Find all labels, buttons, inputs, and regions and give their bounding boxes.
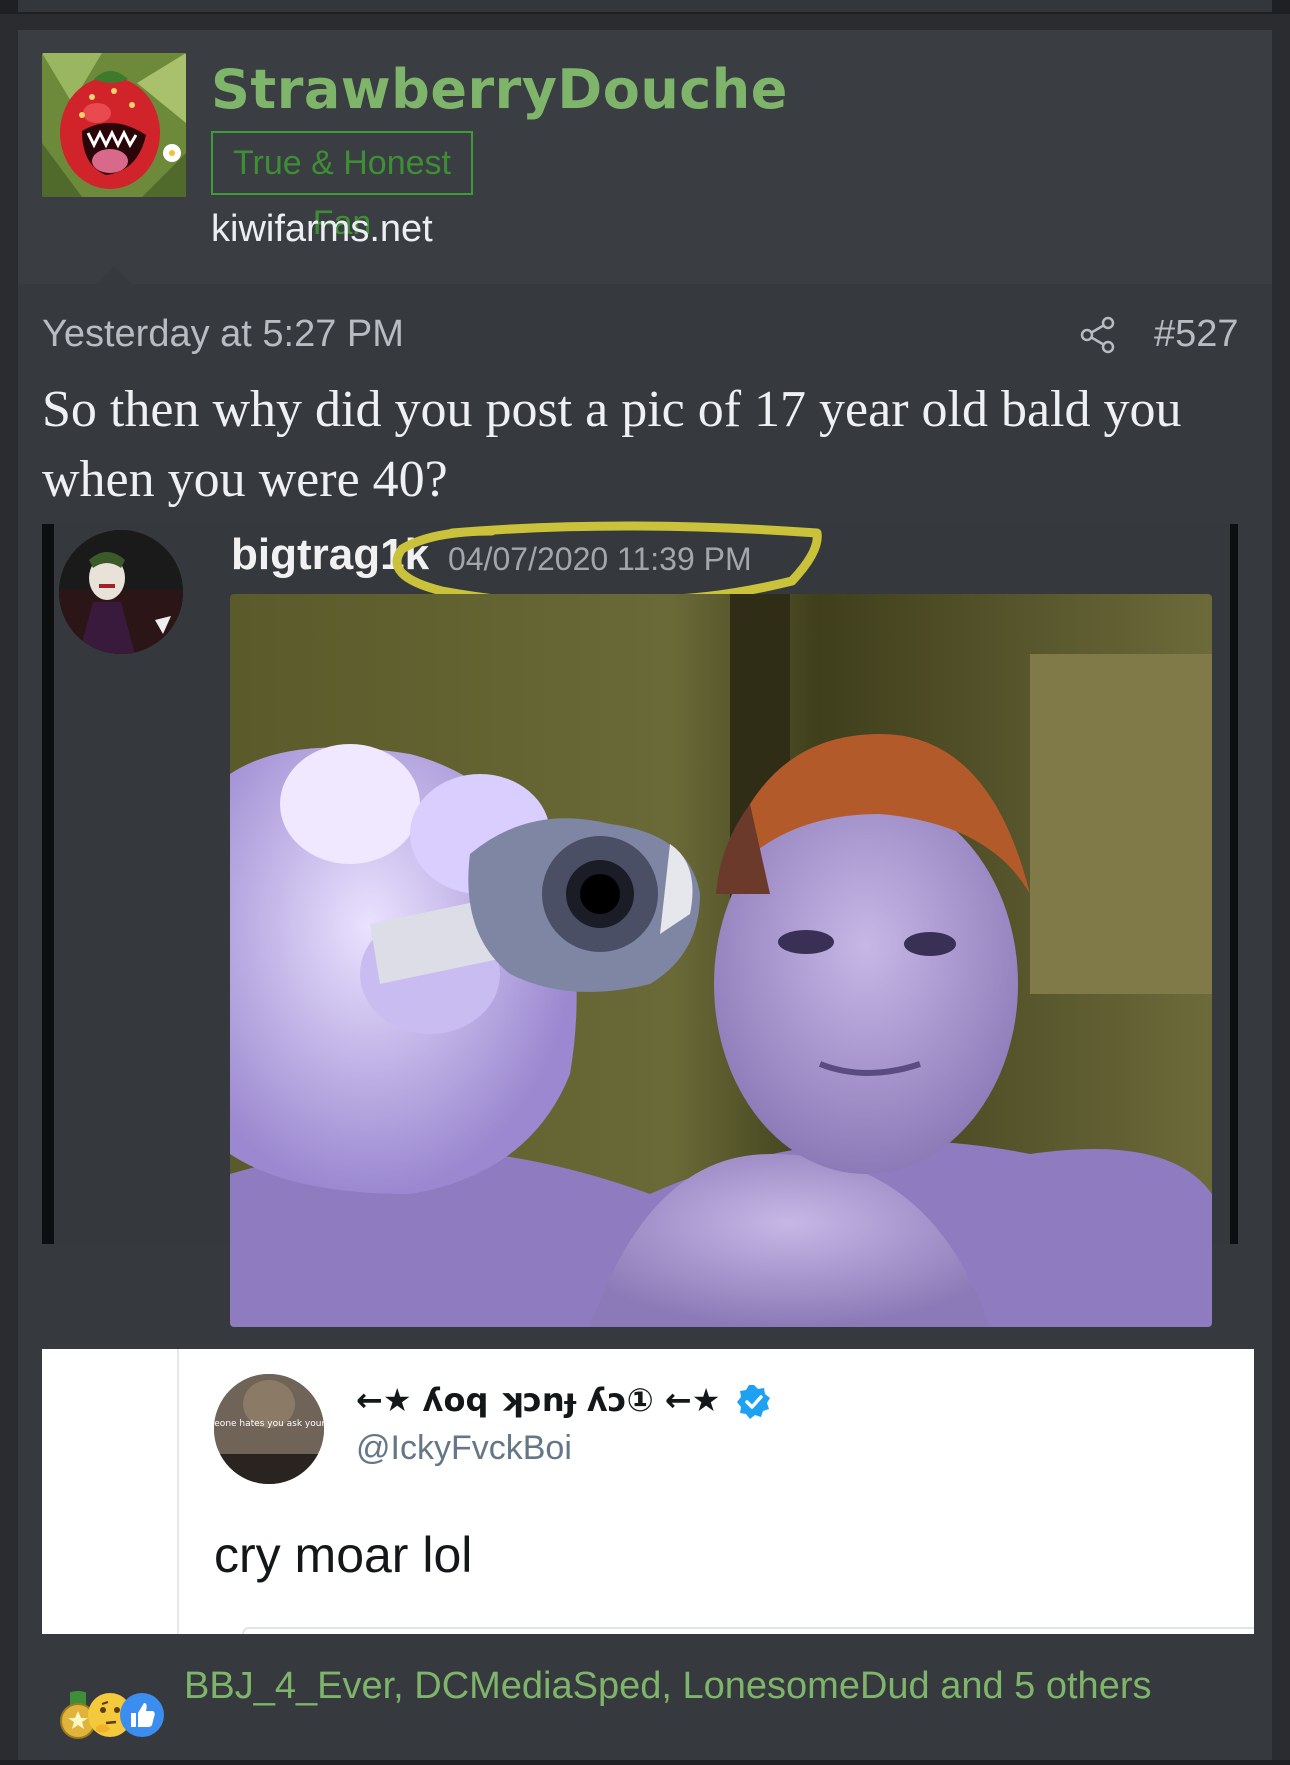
- tweet-handle: @IckyFvckBoi: [356, 1429, 572, 1467]
- discord-avatar: [59, 530, 183, 654]
- avatar-caption: Before you ask why someone hates you ask…: [214, 1419, 324, 1429]
- tweet-text: cry moar lol: [214, 1527, 473, 1583]
- top-bar: [0, 0, 1290, 14]
- like-icon: [120, 1693, 164, 1737]
- user-title-badge: True & Honest Fan: [211, 131, 473, 242]
- embedded-photo[interactable]: [230, 594, 1212, 1327]
- discord-screenshot[interactable]: bigtrag1k 04/07/2020 11:39 PM: [42, 521, 1238, 1327]
- post-number-link[interactable]: #527: [1154, 313, 1239, 356]
- header-pointer: [96, 266, 132, 284]
- reaction-users-link[interactable]: BBJ_4_Ever, DCMediaSped, LonesomeDud and…: [184, 1665, 1151, 1708]
- bottom-bar: [0, 1760, 1290, 1765]
- tweet-display-name: ←★ ʎoq ʞɔnɟ ʎɔ① ←★: [356, 1381, 721, 1419]
- post-timestamp[interactable]: Yesterday at 5:27 PM: [42, 313, 404, 356]
- tweet-avatar: Before you ask why someone hates you ask…: [214, 1374, 324, 1484]
- user-avatar[interactable]: [42, 53, 186, 197]
- post-header: StrawberryDouche True & Honest Fan kiwif…: [18, 30, 1272, 284]
- share-icon[interactable]: [1078, 315, 1118, 355]
- forum-post: StrawberryDouche True & Honest Fan kiwif…: [18, 30, 1272, 1760]
- embedded-tweet[interactable]: Before you ask why someone hates you ask…: [42, 1349, 1254, 1634]
- post-body-text: So then why did you post a pic of 17 yea…: [42, 381, 1182, 508]
- user-domain: kiwifarms.net: [211, 208, 433, 250]
- post-author-name[interactable]: StrawberryDouche: [211, 58, 788, 121]
- verified-badge-icon: [737, 1385, 770, 1419]
